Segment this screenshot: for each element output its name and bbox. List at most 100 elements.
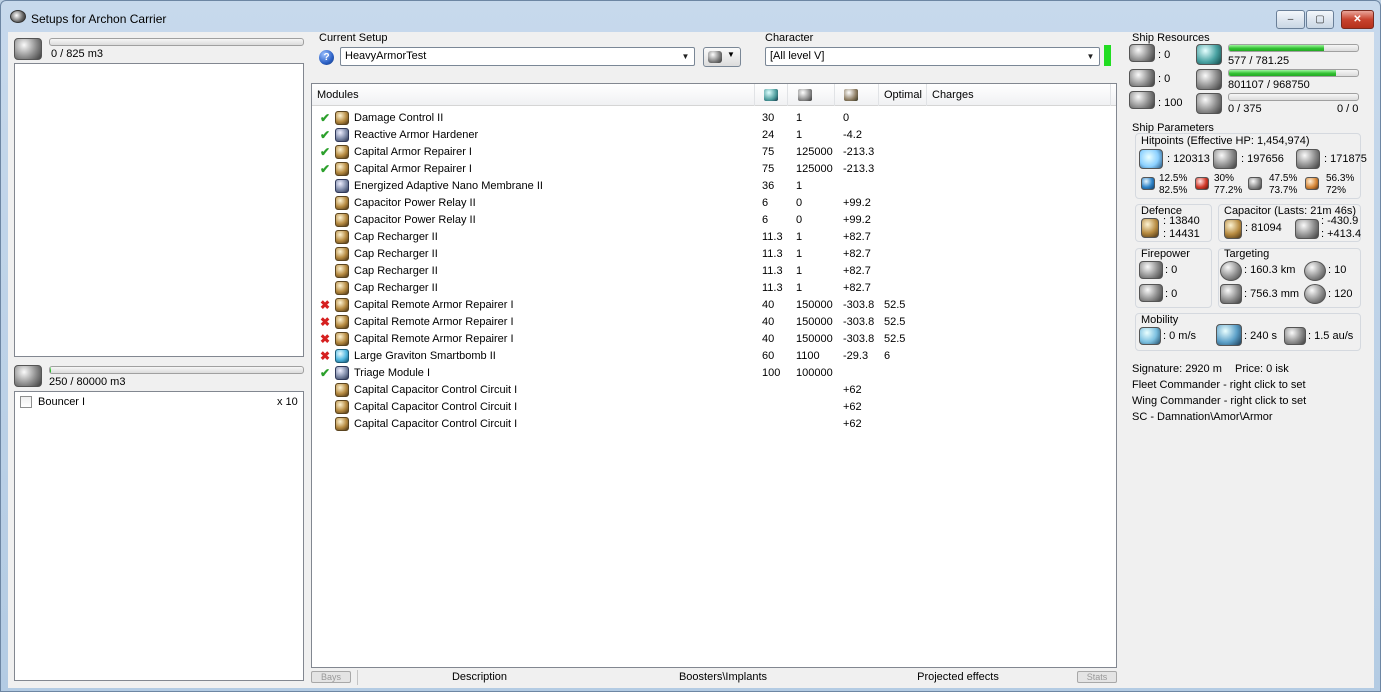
- module-power: 100000: [796, 367, 833, 379]
- module-capacitor: +82.7: [843, 248, 871, 260]
- table-row[interactable]: ✖ Large Graviton Smartbomb II 60 1100 -29.3 6: [312, 348, 1116, 365]
- close-button[interactable]: ✕: [1341, 10, 1374, 29]
- table-row[interactable]: ✔ Triage Module I 100 100000: [312, 365, 1116, 382]
- table-row[interactable]: ✔ Damage Control II 30 1 0: [312, 110, 1116, 127]
- module-power: 1: [796, 265, 803, 277]
- table-row[interactable]: Capacitor Power Relay II 6 0 +99.2: [312, 195, 1116, 212]
- column-header-cpu[interactable]: [755, 84, 788, 106]
- table-row[interactable]: Capital Capacitor Control Circuit I +62: [312, 382, 1116, 399]
- drone-count-value: 0 / 0: [1337, 103, 1359, 115]
- cross-icon: ✖: [319, 332, 331, 346]
- module-name: Capacitor Power Relay II: [354, 214, 476, 226]
- drone-qty: x 10: [277, 396, 298, 408]
- drone-checkbox[interactable]: [20, 396, 32, 408]
- column-header-capacitor[interactable]: [835, 84, 879, 106]
- wing-commander[interactable]: Wing Commander - right click to set: [1132, 395, 1306, 407]
- tab-projected-effects[interactable]: Projected effects: [845, 670, 1071, 685]
- module-power: 125000: [796, 146, 833, 158]
- cross-icon: ✖: [319, 315, 331, 329]
- table-row[interactable]: ✔ Reactive Armor Hardener 24 1 -4.2: [312, 127, 1116, 144]
- minimize-button[interactable]: –: [1276, 10, 1305, 29]
- table-row[interactable]: ✖ Capital Remote Armor Repairer I 40 150000…: [312, 331, 1116, 348]
- armor-repair-icon: [1141, 218, 1159, 238]
- setup-options-button[interactable]: ▼: [703, 47, 741, 67]
- sensor-strength-icon: [1304, 284, 1326, 304]
- drone-bandwidth-value: 0 / 375: [1228, 103, 1262, 115]
- table-row[interactable]: Energized Adaptive Nano Membrane II 36 1: [312, 178, 1116, 195]
- module-optimal: 52.5: [884, 299, 906, 311]
- table-row[interactable]: Cap Recharger II 11.3 1 +82.7: [312, 229, 1116, 246]
- module-power: 1: [796, 231, 803, 243]
- drone-bay-bar: [49, 366, 304, 374]
- module-cpu: 40: [762, 316, 775, 328]
- table-row[interactable]: Cap Recharger II 11.3 1 +82.7: [312, 263, 1116, 280]
- column-header-power[interactable]: [788, 84, 835, 106]
- module-capacitor: -4.2: [843, 129, 862, 141]
- module-icon: [335, 400, 349, 414]
- squad-commander[interactable]: SC - Damnation\Amor\Armor: [1132, 411, 1273, 423]
- column-header-modules[interactable]: Modules: [312, 84, 755, 106]
- module-power: 1: [796, 180, 803, 192]
- client-area: 0 / 825 m3 250 / 80000 m3 Bouncer I x 10…: [8, 32, 1374, 688]
- firepower-value-1: : 0: [1165, 264, 1178, 276]
- modules-table[interactable]: Modules Optimal Charges ✔ Damage Control …: [311, 83, 1117, 668]
- module-icon: [335, 247, 349, 261]
- module-capacitor: +82.7: [843, 265, 871, 277]
- help-icon[interactable]: ?: [319, 50, 334, 65]
- table-row[interactable]: ✖ Capital Remote Armor Repairer I 40 150000…: [312, 314, 1116, 331]
- max-targets-icon: [1304, 261, 1326, 281]
- cargo-icon: [14, 38, 42, 60]
- module-icon: [335, 264, 349, 278]
- column-header-charges[interactable]: Charges: [927, 84, 1111, 106]
- table-row[interactable]: Cap Recharger II 11.3 1 +82.7: [312, 280, 1116, 297]
- cross-icon: ✖: [319, 298, 331, 312]
- cross-icon: ✖: [319, 349, 331, 363]
- cargo-list[interactable]: [14, 63, 304, 357]
- table-row[interactable]: ✖ Capital Remote Armor Repairer I 40 150000…: [312, 297, 1116, 314]
- capacitor-icon: [1224, 219, 1242, 239]
- table-row[interactable]: ✔ Capital Armor Repairer I 75 125000 -213.3: [312, 161, 1116, 178]
- module-icon: [335, 315, 349, 329]
- module-capacitor: -303.8: [843, 316, 875, 328]
- module-cpu: 11.3: [762, 231, 783, 243]
- hitpoints-title: Hitpoints (Effective HP: 1,454,974): [1141, 135, 1310, 147]
- drone-list[interactable]: Bouncer I x 10: [14, 391, 304, 681]
- turret-icon: [1129, 44, 1155, 62]
- table-row[interactable]: Capital Capacitor Control Circuit I +62: [312, 416, 1116, 433]
- column-header-optimal[interactable]: Optimal: [879, 84, 927, 106]
- drone-bandwidth-bar: [1228, 93, 1359, 101]
- firepower-title: Firepower: [1141, 248, 1190, 260]
- table-row[interactable]: Cap Recharger II 11.3 1 +82.7: [312, 246, 1116, 263]
- maximize-button[interactable]: ▢: [1306, 10, 1334, 29]
- em-armor-resist: 82.5%: [1159, 185, 1188, 196]
- explosive-shield-resist: 56.3%: [1326, 173, 1355, 184]
- module-name: Cap Recharger II: [354, 231, 438, 243]
- launcher-icon: [1129, 69, 1155, 87]
- powergrid-icon: [798, 89, 812, 101]
- title-bar[interactable]: Setups for Archon Carrier – ▢ ✕: [1, 1, 1380, 31]
- module-icon: [335, 383, 349, 397]
- table-row[interactable]: Capital Capacitor Control Circuit I +62: [312, 399, 1116, 416]
- tab-boosters-implants[interactable]: Boosters\Implants: [601, 670, 845, 685]
- setup-select[interactable]: HeavyArmorTest ▼: [340, 47, 695, 66]
- tab-description[interactable]: Description: [357, 670, 601, 685]
- module-icon: [335, 213, 349, 227]
- module-cpu: 75: [762, 163, 775, 175]
- table-row[interactable]: ✔ Capital Armor Repairer I 75 125000 -213.3: [312, 144, 1116, 161]
- tab-bays[interactable]: Bays: [311, 671, 351, 683]
- ship-price: Price: 0 isk: [1235, 363, 1289, 375]
- chevron-down-icon: ▼: [727, 50, 735, 59]
- calibration-icon: [1129, 91, 1155, 109]
- list-item[interactable]: Bouncer I x 10: [15, 394, 303, 411]
- module-power: 150000: [796, 316, 833, 328]
- module-optimal: 52.5: [884, 333, 906, 345]
- fleet-commander[interactable]: Fleet Commander - right click to set: [1132, 379, 1306, 391]
- setup-select-value: HeavyArmorTest: [345, 50, 427, 62]
- character-select[interactable]: [All level V] ▼: [765, 47, 1100, 66]
- check-icon: ✔: [319, 162, 331, 176]
- scan-resolution-icon: [1220, 284, 1242, 304]
- module-name: Cap Recharger II: [354, 248, 438, 260]
- tab-stats[interactable]: Stats: [1077, 671, 1117, 683]
- table-row[interactable]: Capacitor Power Relay II 6 0 +99.2: [312, 212, 1116, 229]
- module-icon: [335, 111, 349, 125]
